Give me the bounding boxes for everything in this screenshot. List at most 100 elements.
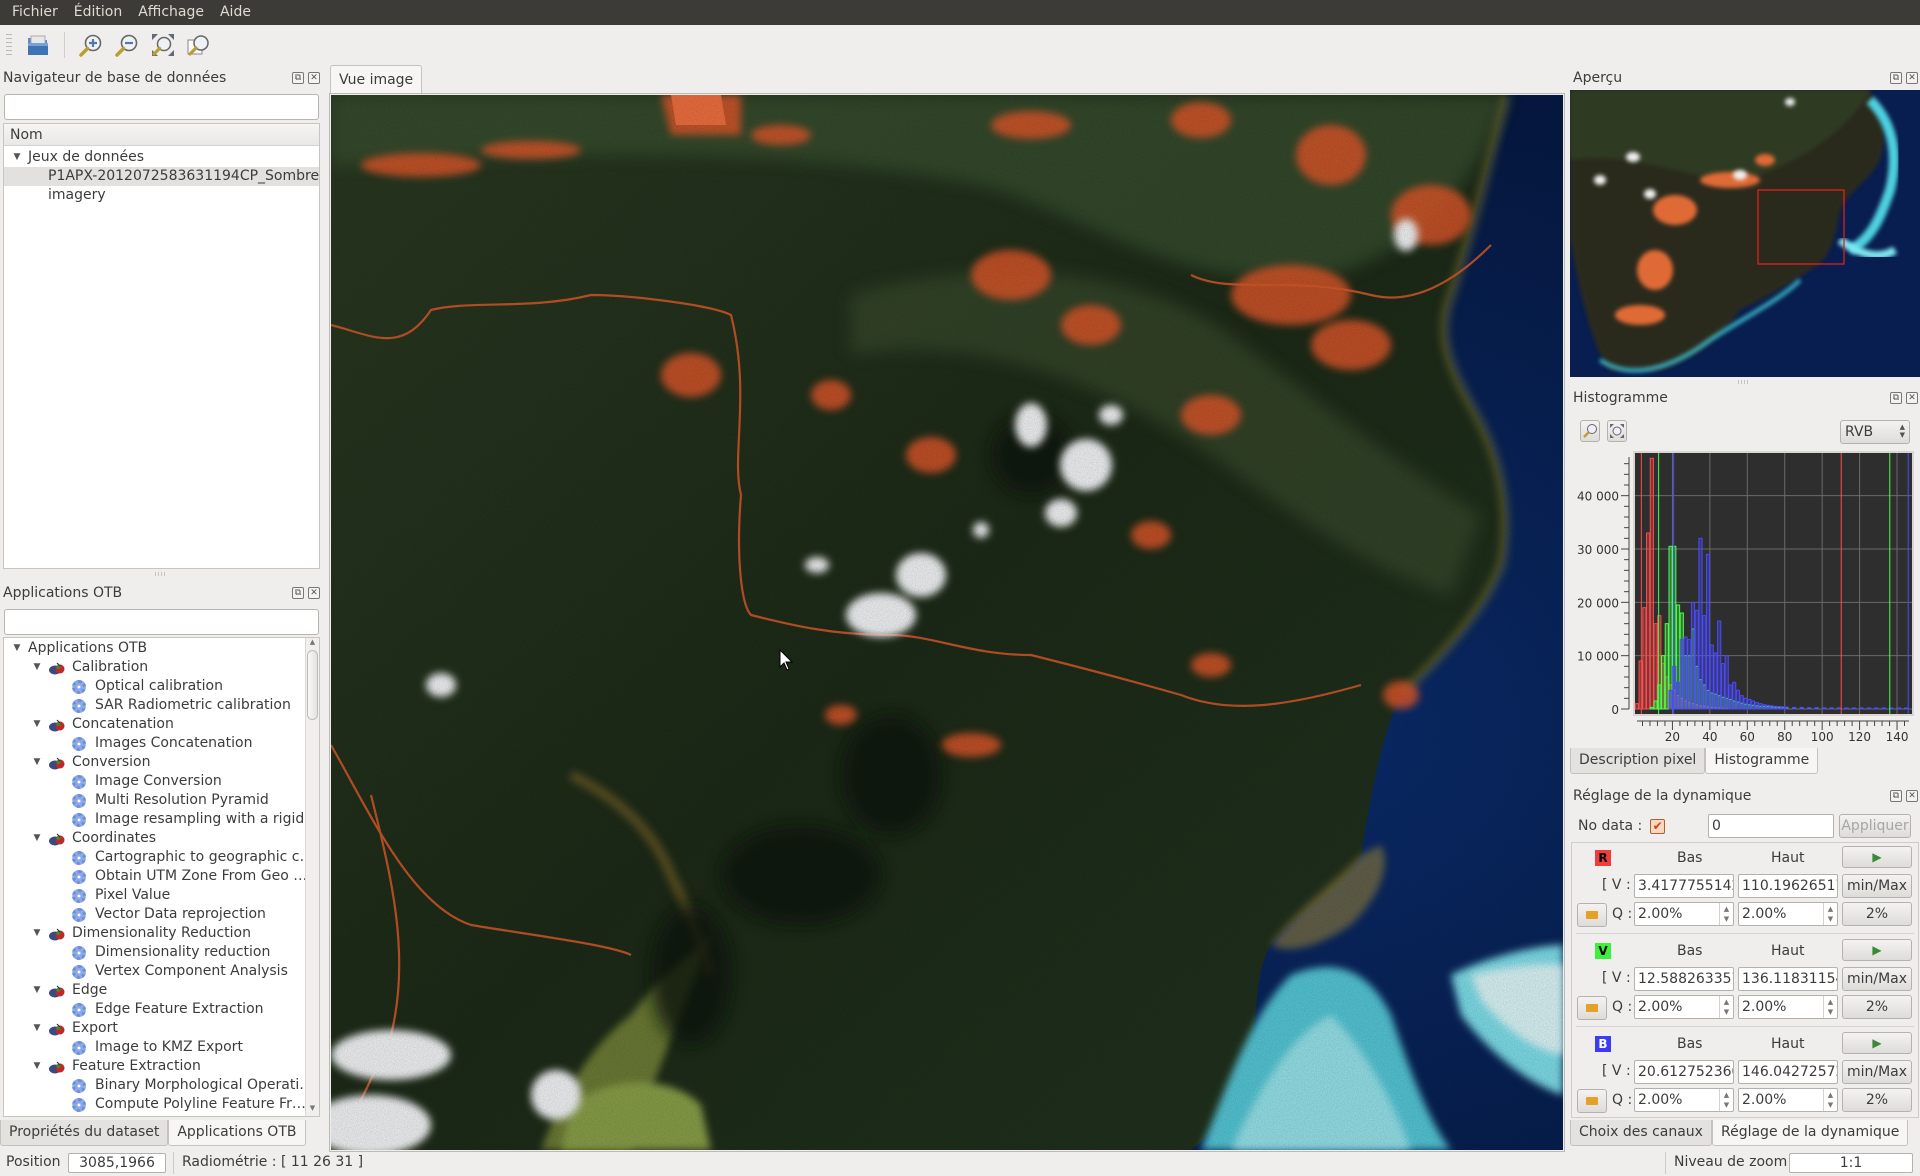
- dataset-item[interactable]: P1APX-2012072583631194CP_Sombre: [4, 167, 319, 186]
- tree-app-item[interactable]: Pixel Value: [4, 886, 319, 905]
- close-icon[interactable]: ✕: [308, 587, 320, 599]
- high-quantile-spinbox[interactable]: 2.00% ▲ ▼: [1738, 995, 1838, 1019]
- tab-histogram[interactable]: Histogramme: [1705, 748, 1819, 774]
- close-icon[interactable]: ✕: [308, 72, 320, 84]
- low-quantile-spinbox[interactable]: 2.00% ▲ ▼: [1634, 1088, 1734, 1112]
- splitter-handle[interactable]: [155, 572, 167, 576]
- tree-app-item[interactable]: Optical calibration: [4, 677, 319, 696]
- tree-app-item[interactable]: Images Concatenation: [4, 734, 319, 753]
- tree-app-item[interactable]: Edge Feature Extraction: [4, 1000, 319, 1019]
- menu-affichage[interactable]: Affichage: [130, 0, 212, 25]
- menu-fichier[interactable]: Fichier: [4, 0, 66, 25]
- splitter-handle[interactable]: [1738, 380, 1750, 384]
- quantile-2pct-button[interactable]: 2%: [1842, 995, 1912, 1019]
- low-value-input[interactable]: 12.588263357: [1634, 967, 1734, 991]
- expand-triangle-icon[interactable]: ▼: [32, 753, 42, 772]
- expand-triangle-icon[interactable]: ▼: [32, 924, 42, 943]
- tree-category[interactable]: ▼ Feature Extraction: [4, 1057, 319, 1076]
- nodata-checkbox[interactable]: ✔: [1650, 818, 1666, 834]
- low-value-input[interactable]: 20.612752360: [1634, 1060, 1734, 1084]
- apply-button[interactable]: Appliquer: [1839, 814, 1911, 838]
- image-view[interactable]: [331, 95, 1563, 1150]
- expand-triangle-icon[interactable]: ▼: [12, 148, 22, 167]
- spinner-arrows-icon[interactable]: ▲ ▼: [1719, 903, 1733, 925]
- lock-button[interactable]: [1577, 1089, 1607, 1113]
- float-icon[interactable]: ⧉: [1890, 72, 1902, 84]
- dataset-item[interactable]: imagery: [4, 186, 319, 205]
- overview-map[interactable]: [1570, 90, 1920, 377]
- nodata-value-input[interactable]: 0: [1708, 814, 1834, 838]
- float-icon[interactable]: ⧉: [1890, 392, 1902, 404]
- close-icon[interactable]: ✕: [1906, 72, 1918, 84]
- expand-triangle-icon[interactable]: ▼: [32, 981, 42, 1000]
- low-quantile-spinbox[interactable]: 2.00% ▲ ▼: [1634, 995, 1734, 1019]
- tab-image-view[interactable]: Vue image: [330, 65, 423, 93]
- tree-category[interactable]: ▼ Dimensionality Reduction: [4, 924, 319, 943]
- apply-channel-button[interactable]: ▶: [1842, 939, 1912, 961]
- zoom-extent-button[interactable]: [145, 28, 181, 62]
- tree-category[interactable]: ▼ Calibration: [4, 658, 319, 677]
- zoom-in-button[interactable]: [73, 28, 109, 62]
- tab-dynamics[interactable]: Réglage de la dynamique: [1711, 1120, 1909, 1146]
- tree-app-item[interactable]: Image to KMZ Export: [4, 1038, 319, 1057]
- tree-app-item[interactable]: Compute Polyline Feature Fr…: [4, 1095, 319, 1114]
- float-icon[interactable]: ⧉: [1890, 790, 1902, 802]
- menu-edition[interactable]: Édition: [66, 0, 130, 25]
- tree-category[interactable]: ▼ Coordinates: [4, 829, 319, 848]
- db-search-input[interactable]: [4, 94, 319, 120]
- close-icon[interactable]: ✕: [1906, 392, 1918, 404]
- high-value-input[interactable]: 146.04272572: [1738, 1060, 1838, 1084]
- spinner-arrows-icon[interactable]: ▲ ▼: [1719, 1089, 1733, 1111]
- lock-button[interactable]: [1577, 996, 1607, 1020]
- tree-app-item[interactable]: Dimensionality reduction: [4, 943, 319, 962]
- low-value-input[interactable]: 3.4177755142: [1634, 874, 1734, 898]
- spinner-arrows-icon[interactable]: ▲ ▼: [1823, 996, 1837, 1018]
- column-header-nom[interactable]: Nom: [4, 124, 319, 146]
- tree-category[interactable]: ▼ Edge: [4, 981, 319, 1000]
- tree-app-item[interactable]: Obtain UTM Zone From Geo …: [4, 867, 319, 886]
- histogram-chart[interactable]: 0 10 000 20 000 30 000 40 000 20 40 60 80 100 120 1…: [1570, 448, 1920, 748]
- tree-app-item[interactable]: Vector Data reprojection: [4, 905, 319, 924]
- tree-category[interactable]: ▼ Export: [4, 1019, 319, 1038]
- quantile-2pct-button[interactable]: 2%: [1842, 902, 1912, 926]
- tree-app-item[interactable]: Cartographic to geographic c…: [4, 848, 319, 867]
- expand-triangle-icon[interactable]: ▼: [32, 658, 42, 677]
- zoom-full-resolution-button[interactable]: [181, 28, 217, 62]
- close-icon[interactable]: ✕: [1906, 790, 1918, 802]
- apply-channel-button[interactable]: ▶: [1842, 846, 1912, 868]
- tree-root-apps[interactable]: ▼ Applications OTB: [4, 639, 319, 658]
- tree-category[interactable]: ▼ Concatenation: [4, 715, 319, 734]
- tree-root-datasets[interactable]: ▼ Jeux de données: [4, 148, 319, 167]
- apply-channel-button[interactable]: ▶: [1842, 1032, 1912, 1054]
- tree-category[interactable]: ▼ Conversion: [4, 753, 319, 772]
- tree-app-item[interactable]: Image resampling with a rigid…: [4, 810, 319, 829]
- tree-app-item[interactable]: Multi Resolution Pyramid: [4, 791, 319, 810]
- expand-triangle-icon[interactable]: ▼: [12, 639, 22, 658]
- minmax-button[interactable]: min/Max: [1842, 1060, 1912, 1084]
- expand-triangle-icon[interactable]: ▼: [32, 1019, 42, 1038]
- tab-otb-applications[interactable]: Applications OTB: [168, 1120, 306, 1146]
- expand-triangle-icon[interactable]: ▼: [32, 1057, 42, 1076]
- tree-app-item[interactable]: Image Conversion: [4, 772, 319, 791]
- histogram-zoom-button[interactable]: [1580, 420, 1600, 442]
- high-quantile-spinbox[interactable]: 2.00% ▲ ▼: [1738, 1088, 1838, 1112]
- low-quantile-spinbox[interactable]: 2.00% ▲ ▼: [1634, 902, 1734, 926]
- toolbar-grip[interactable]: [6, 34, 12, 56]
- lock-button[interactable]: [1577, 903, 1607, 927]
- vertical-scrollbar[interactable]: ▲ ▼: [305, 638, 319, 1116]
- float-icon[interactable]: ⧉: [292, 72, 304, 84]
- menu-aide[interactable]: Aide: [212, 0, 259, 25]
- tab-pixel-description[interactable]: Description pixel: [1570, 748, 1706, 774]
- tree-app-item[interactable]: Binary Morphological Operati…: [4, 1076, 319, 1095]
- tab-dataset-properties[interactable]: Propriétés du dataset: [0, 1120, 169, 1146]
- quantile-2pct-button[interactable]: 2%: [1842, 1088, 1912, 1112]
- minmax-button[interactable]: min/Max: [1842, 874, 1912, 898]
- tree-app-item[interactable]: SAR Radiometric calibration: [4, 696, 319, 715]
- high-quantile-spinbox[interactable]: 2.00% ▲ ▼: [1738, 902, 1838, 926]
- minmax-button[interactable]: min/Max: [1842, 967, 1912, 991]
- high-value-input[interactable]: 136.11831154: [1738, 967, 1838, 991]
- histogram-mode-select[interactable]: RVB ▲ ▼: [1840, 420, 1910, 444]
- high-value-input[interactable]: 110.19626517: [1738, 874, 1838, 898]
- scroll-down-arrow-icon[interactable]: ▼: [307, 1104, 318, 1114]
- scroll-up-arrow-icon[interactable]: ▲: [307, 638, 318, 648]
